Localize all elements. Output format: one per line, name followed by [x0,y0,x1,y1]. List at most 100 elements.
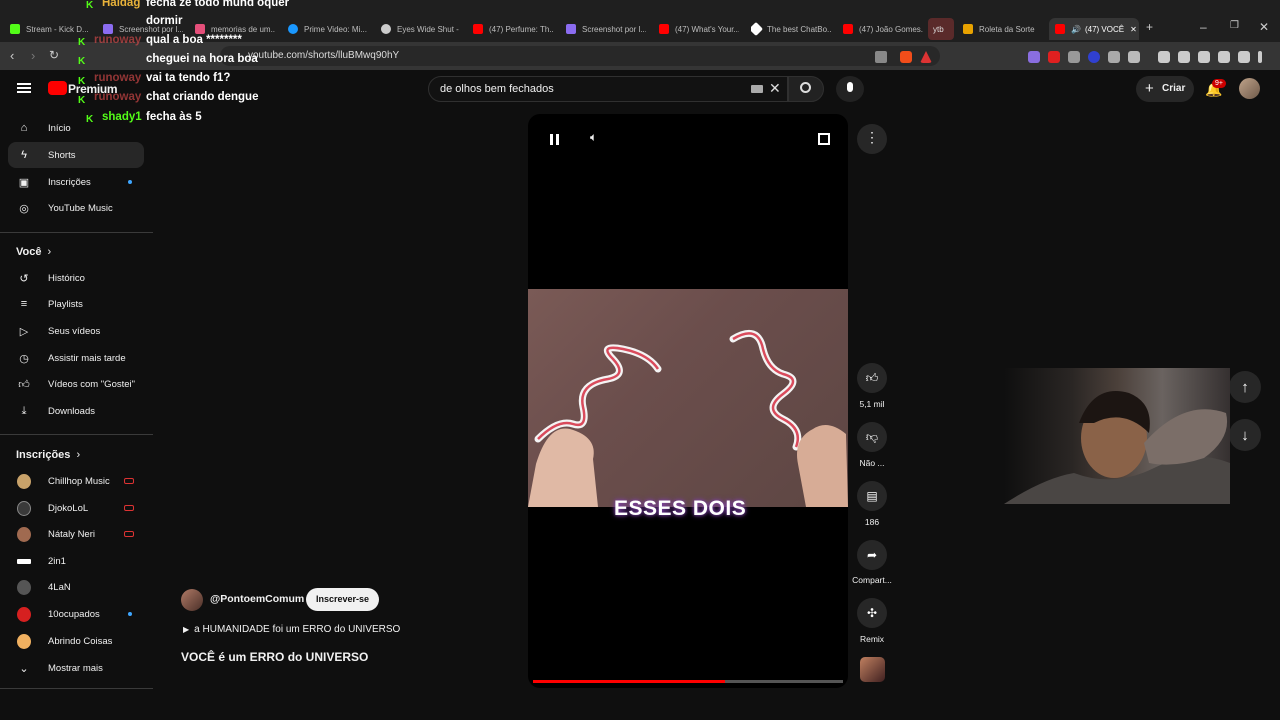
dislike-button[interactable]: 👎︎ [857,422,887,452]
show-more-button[interactable]: ⌄ Mostrar mais [8,655,144,681]
sidebar-icon[interactable] [1178,51,1190,63]
tab-8[interactable]: The best ChatBo... [751,18,831,40]
chat-username: Haldag [102,0,141,9]
pause-icon[interactable] [550,134,559,145]
tab-label: Stream - Kick D... [26,24,88,34]
close-window-button[interactable]: ✕ [1259,20,1269,34]
account-avatar[interactable] [1239,78,1260,99]
leo-icon[interactable] [1218,51,1230,63]
hamburger-menu-icon[interactable] [17,83,31,93]
sidebar-sub-2in1[interactable]: 2in1 [8,548,144,574]
tab-3[interactable]: Prime Video: Mi... [288,18,368,40]
voice-search-button[interactable] [836,76,864,102]
clear-search-icon[interactable]: ✕ [769,80,781,97]
more-options-icon[interactable]: ⋮ [857,124,887,154]
sidebar-sub-chillhop[interactable]: Chillhop Music [8,468,144,494]
forward-icon[interactable]: › [31,48,35,63]
chat-message: fecha ze todo mund oquer [146,0,290,9]
fullscreen-icon[interactable] [818,133,830,145]
maximize-button[interactable]: ❐ [1230,20,1239,31]
search-button[interactable] [788,76,824,102]
tab-11[interactable]: Roleta da Sorte [963,18,1043,40]
wallet-icon[interactable] [1198,51,1210,63]
sidebar-item-videos-gostei[interactable]: 👍︎ Vídeos com "Gostei" [8,371,144,397]
you-section-header[interactable]: Você › [16,246,51,258]
minimize-button[interactable]: – [1200,20,1207,34]
description-text: a HUMANIDADE foi um ERRO do UNIVERSO [194,624,401,635]
sidebar-item-historico[interactable]: ↺ Histórico [8,265,144,291]
tab-5[interactable]: (47) Perfume: Th... [473,18,553,40]
tab-10[interactable]: ytb [928,18,954,40]
reload-icon[interactable]: ↻ [49,48,59,62]
extension-icon[interactable] [1068,51,1080,63]
sidebar-sub-djokolol[interactable]: DjokoLoL [8,495,144,521]
video-caption: ESSES DOIS [614,497,747,520]
home-icon: ⌂ [20,122,28,134]
sidebar-item-youtube-music[interactable]: ◎ YouTube Music [8,195,144,221]
arrow-up-icon: ↑ [1241,378,1249,396]
sidebar-item-label: 4LaN [48,581,71,593]
progress-bar[interactable] [533,680,843,683]
tab-7[interactable]: (47) What's Your... [659,18,739,40]
sound-thumbnail[interactable] [860,657,885,682]
comments-button[interactable]: ▤ [857,481,887,511]
tab-6[interactable]: Screenshot por l... [566,18,646,40]
url-bar[interactable]: youtube.com/shorts/lluBMwq90hY [220,46,940,66]
video-description[interactable]: ▶ a HUMANIDADE foi um ERRO do UNIVERSO [183,624,400,635]
extension-icon[interactable] [1028,51,1040,63]
subscribe-button[interactable]: Inscrever-se [306,588,379,611]
brave-shield-icon[interactable] [900,51,912,63]
sidebar-sub-abrindo-coisas[interactable]: Abrindo Coisas [8,628,144,654]
volume-icon[interactable]: 🔈︎ [590,130,597,145]
tab-0[interactable]: Stream - Kick D... [10,18,88,40]
tab-label: (47) João Gomes... [859,24,923,34]
sidebar-sub-nataly-neri[interactable]: Nátaly Neri [8,521,144,547]
create-button[interactable]: + Criar [1136,76,1194,102]
sidebar-item-label: Inscrições [48,176,91,188]
sidebar-item-label: Abrindo Coisas [48,635,113,647]
chevron-right-icon: › [76,449,81,461]
remix-button[interactable]: ✣ [857,598,887,628]
webcam-image [1004,391,1230,504]
tab-label: (47) What's Your... [675,24,739,34]
youtube-logo-icon[interactable] [48,81,67,95]
keyboard-icon[interactable] [751,85,763,93]
sidebar-item-downloads[interactable]: ⤓ Downloads [8,398,144,424]
sidebar-item-playlists[interactable]: ≡ Playlists [8,291,144,317]
channel-name[interactable]: @PontoemComum [210,593,304,605]
puzzle-icon[interactable] [1108,51,1120,63]
screenshot-icon [103,24,113,34]
next-short-button[interactable]: ↓ [1229,419,1261,451]
channel-avatar[interactable] [181,589,203,611]
new-tab-button[interactable]: + [1146,20,1153,34]
sidebar-item-assistir-mais-tarde[interactable]: ◷ Assistir mais tarde [8,345,144,371]
back-icon[interactable]: ‹ [10,48,14,63]
sidebar-sub-4lan[interactable]: 4LaN [8,574,144,600]
tab-12[interactable]: 🔊 (47) VOCÊ ✕ [1049,18,1139,40]
media-icon[interactable] [1158,51,1170,63]
cast-icon[interactable] [875,51,887,63]
tab-9[interactable]: (47) João Gomes... [843,18,923,40]
sidebar-item-inscricoes[interactable]: ▣ Inscrições [8,169,144,195]
extension-icon[interactable] [1088,51,1100,63]
tab-label: ytb [933,24,944,34]
vpn-icon[interactable] [1238,51,1250,63]
extension-icon[interactable] [1128,51,1140,63]
sidebar-sub-10ocupados[interactable]: 10ocupados [8,601,144,627]
share-button[interactable]: ➦ [857,540,887,570]
search-input[interactable]: de olhos bem fechados ✕ [428,76,788,102]
menu-icon[interactable] [1258,51,1262,63]
subscriptions-section-header[interactable]: Inscrições › [16,449,80,461]
extension-icon[interactable] [1048,51,1060,63]
thumbs-up-icon: 👍︎ [865,370,879,385]
close-tab-icon[interactable]: ✕ [1130,25,1137,34]
sidebar-item-seus-videos[interactable]: ▷ Seus vídeos [8,318,144,344]
sidebar-item-shorts[interactable]: ϟ Shorts [8,142,144,168]
sidebar-item-label: 10ocupados [48,608,100,620]
speaker-icon: 🔊 [1071,24,1081,34]
shorts-player[interactable]: 🔈︎ ESSES DOIS [528,114,848,688]
previous-short-button[interactable]: ↑ [1229,371,1261,403]
tab-4[interactable]: Eyes Wide Shut - [381,18,461,40]
chat-username: runoway [94,72,142,84]
like-button[interactable]: 👍︎ [857,363,887,393]
